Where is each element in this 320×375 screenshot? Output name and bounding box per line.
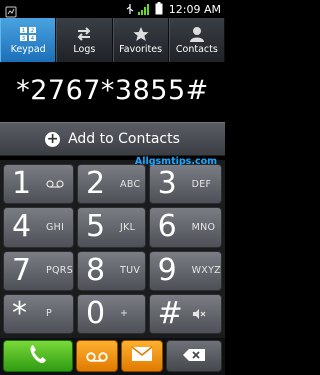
signal-icon [137,0,152,19]
add-to-contacts-label: Add to Contacts [68,131,180,147]
key-2[interactable]: 2 ABC [77,164,146,205]
key-6[interactable]: 6 MNO [148,207,222,248]
key-digit: 4 [12,209,32,245]
tab-favorites[interactable]: Favorites [112,18,169,62]
key-digit: 1 [12,166,32,202]
key-9[interactable]: 9 WXYZ [148,250,222,291]
message-button[interactable] [121,340,163,372]
svg-text:2: 2 [31,28,34,34]
key-digit: 2 [86,166,106,202]
add-to-contacts-button[interactable]: + Add to Contacts [0,122,225,156]
dial-keypad: 1 2 ABC 3 DEF 4 GHI 5 JKL 6 MNO 7 PQRS 8… [0,160,225,338]
add-icon: + [45,131,61,147]
key-digit: * [12,295,27,331]
delete-button[interactable] [166,340,222,372]
key-5[interactable]: 5 JKL [77,207,146,248]
key-digit: 8 [86,252,106,288]
voicemail-icon [86,347,108,366]
key-digit: 0 [86,295,106,331]
tab-contacts[interactable]: Contacts [168,18,225,62]
key-digit: 9 [157,252,177,288]
status-time: 12:09 AM [168,2,221,16]
key-3[interactable]: 3 DEF [148,164,222,205]
key-1[interactable]: 1 [3,164,75,205]
voicemail-button[interactable] [76,340,118,372]
key-4[interactable]: 4 GHI [3,207,75,248]
number-display[interactable]: *2767*3855# [0,62,225,118]
tab-favorites-label: Favorites [119,43,163,55]
logs-icon [75,26,93,42]
key-letters: ABC [120,178,141,190]
tab-keypad[interactable]: 1234 Keypad [0,18,57,62]
tab-logs-label: Logs [73,43,96,55]
key-digit: 6 [157,209,177,245]
key-letters: DEF [191,178,212,190]
notification-icon [5,3,17,18]
key-8[interactable]: 8 TUV [77,250,146,291]
tab-bar: 1234 Keypad Logs Favorites Contacts [0,18,225,62]
mute-icon [192,308,206,320]
key-star[interactable]: * P [3,293,75,334]
battery-icon [155,0,163,19]
key-digit: 5 [86,209,106,245]
key-digit: 7 [12,252,32,288]
svg-text:4: 4 [31,36,34,42]
keypad-icon: 1234 [19,26,37,42]
usb-icon [125,0,135,19]
key-letters: PQRS [46,265,74,277]
svg-text:3: 3 [22,36,25,42]
action-bar [0,338,225,375]
key-letters: WXYZ [191,265,221,277]
key-digit: 3 [157,166,177,202]
key-letters: GHI [46,221,65,233]
contacts-icon [188,26,206,42]
tab-logs[interactable]: Logs [56,18,113,62]
envelope-icon [131,346,153,366]
voicemail-icon [46,180,64,188]
phone-icon [29,344,47,368]
watermark-text: Allgsmtips.com [134,156,217,167]
status-bar: 12:09 AM [0,0,225,18]
key-letters: JKL [120,221,136,233]
tab-keypad-label: Keypad [10,43,46,55]
key-letters: + [120,308,129,320]
call-button[interactable] [3,340,73,372]
key-hash[interactable]: # [148,293,222,334]
dialed-number: *2767*3855# [16,74,209,106]
key-letters: TUV [120,265,141,277]
svg-text:1: 1 [22,28,25,34]
backspace-icon [182,347,206,366]
key-letters: P [46,308,53,320]
star-icon [132,26,150,42]
key-letters: MNO [191,221,216,233]
key-0[interactable]: 0 + [77,293,146,334]
tab-contacts-label: Contacts [175,43,218,55]
key-digit: # [157,295,183,331]
key-7[interactable]: 7 PQRS [3,250,75,291]
